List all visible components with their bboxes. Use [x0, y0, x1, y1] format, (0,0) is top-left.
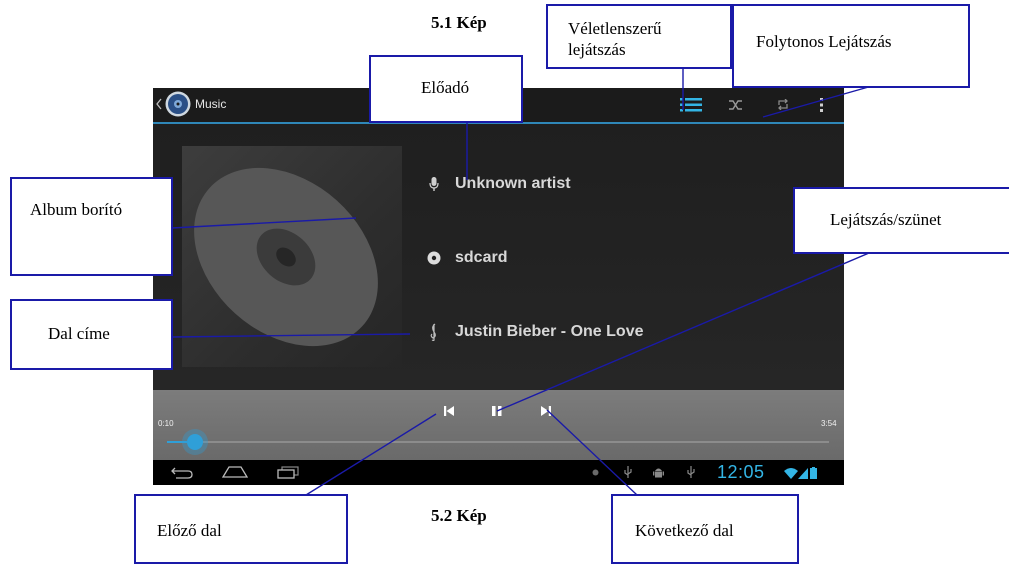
android-debug-icon [653, 468, 664, 478]
callout-song-title: Dal címe [10, 299, 173, 370]
microphone-icon [429, 177, 439, 191]
wifi-icon [784, 468, 798, 479]
system-navigation-bar: 12:05 [153, 460, 844, 485]
figure-caption-top: 5.1 Kép [431, 13, 487, 32]
album-art [182, 146, 402, 367]
elapsed-time: 0:10 [158, 419, 174, 428]
callout-repeat: Folytonos Lejátszás [732, 4, 970, 88]
usb-icon-second [687, 466, 695, 478]
now-playing-list-icon[interactable] [680, 97, 702, 113]
next-track-icon[interactable] [541, 406, 551, 416]
app-title: Music [195, 97, 227, 111]
battery-icon [810, 467, 817, 479]
playback-controls: 0:10 3:54 [153, 390, 844, 460]
now-playing-content: Unknown artist sdcard Justin Bieber - On… [153, 124, 844, 390]
back-chevron-icon[interactable] [156, 98, 162, 110]
repeat-icon[interactable] [777, 99, 789, 110]
album-name: sdcard [455, 249, 508, 266]
home-nav-icon[interactable] [222, 466, 248, 478]
back-nav-icon[interactable] [171, 467, 193, 479]
pause-icon[interactable] [492, 406, 502, 416]
overflow-menu-icon[interactable] [820, 98, 824, 112]
seek-bar[interactable] [167, 441, 829, 443]
disc-icon [427, 251, 441, 265]
notification-dot-icon [592, 469, 599, 476]
callout-play-pause: Lejátszás/szünet [793, 187, 1009, 254]
callout-shuffle: Véletlenszerű lejátszás [546, 4, 732, 69]
android-tablet-screen: Music Unknown artist sdcard Justin Biebe… [153, 88, 844, 485]
callout-next: Következő dal [611, 494, 799, 564]
shuffle-icon[interactable] [729, 100, 743, 110]
usb-icon [624, 466, 632, 478]
status-clock: 12:05 [717, 462, 765, 482]
seek-bar-thumb[interactable] [187, 434, 204, 450]
song-title: Justin Bieber - One Love [455, 323, 644, 340]
previous-track-icon[interactable] [444, 406, 454, 416]
music-app-icon[interactable] [165, 91, 191, 117]
callout-artist: Előadó [369, 55, 523, 123]
callout-album-cover: Album borító [10, 177, 173, 276]
album-disc-image [194, 167, 378, 347]
callout-previous: Előző dal [134, 494, 348, 564]
total-duration: 3:54 [821, 419, 837, 428]
artist-name: Unknown artist [455, 175, 571, 192]
figure-caption-bottom: 5.2 Kép [431, 506, 487, 525]
recent-apps-nav-icon[interactable] [277, 466, 299, 479]
signal-strength-icon [798, 468, 808, 479]
treble-clef-icon [430, 323, 436, 341]
